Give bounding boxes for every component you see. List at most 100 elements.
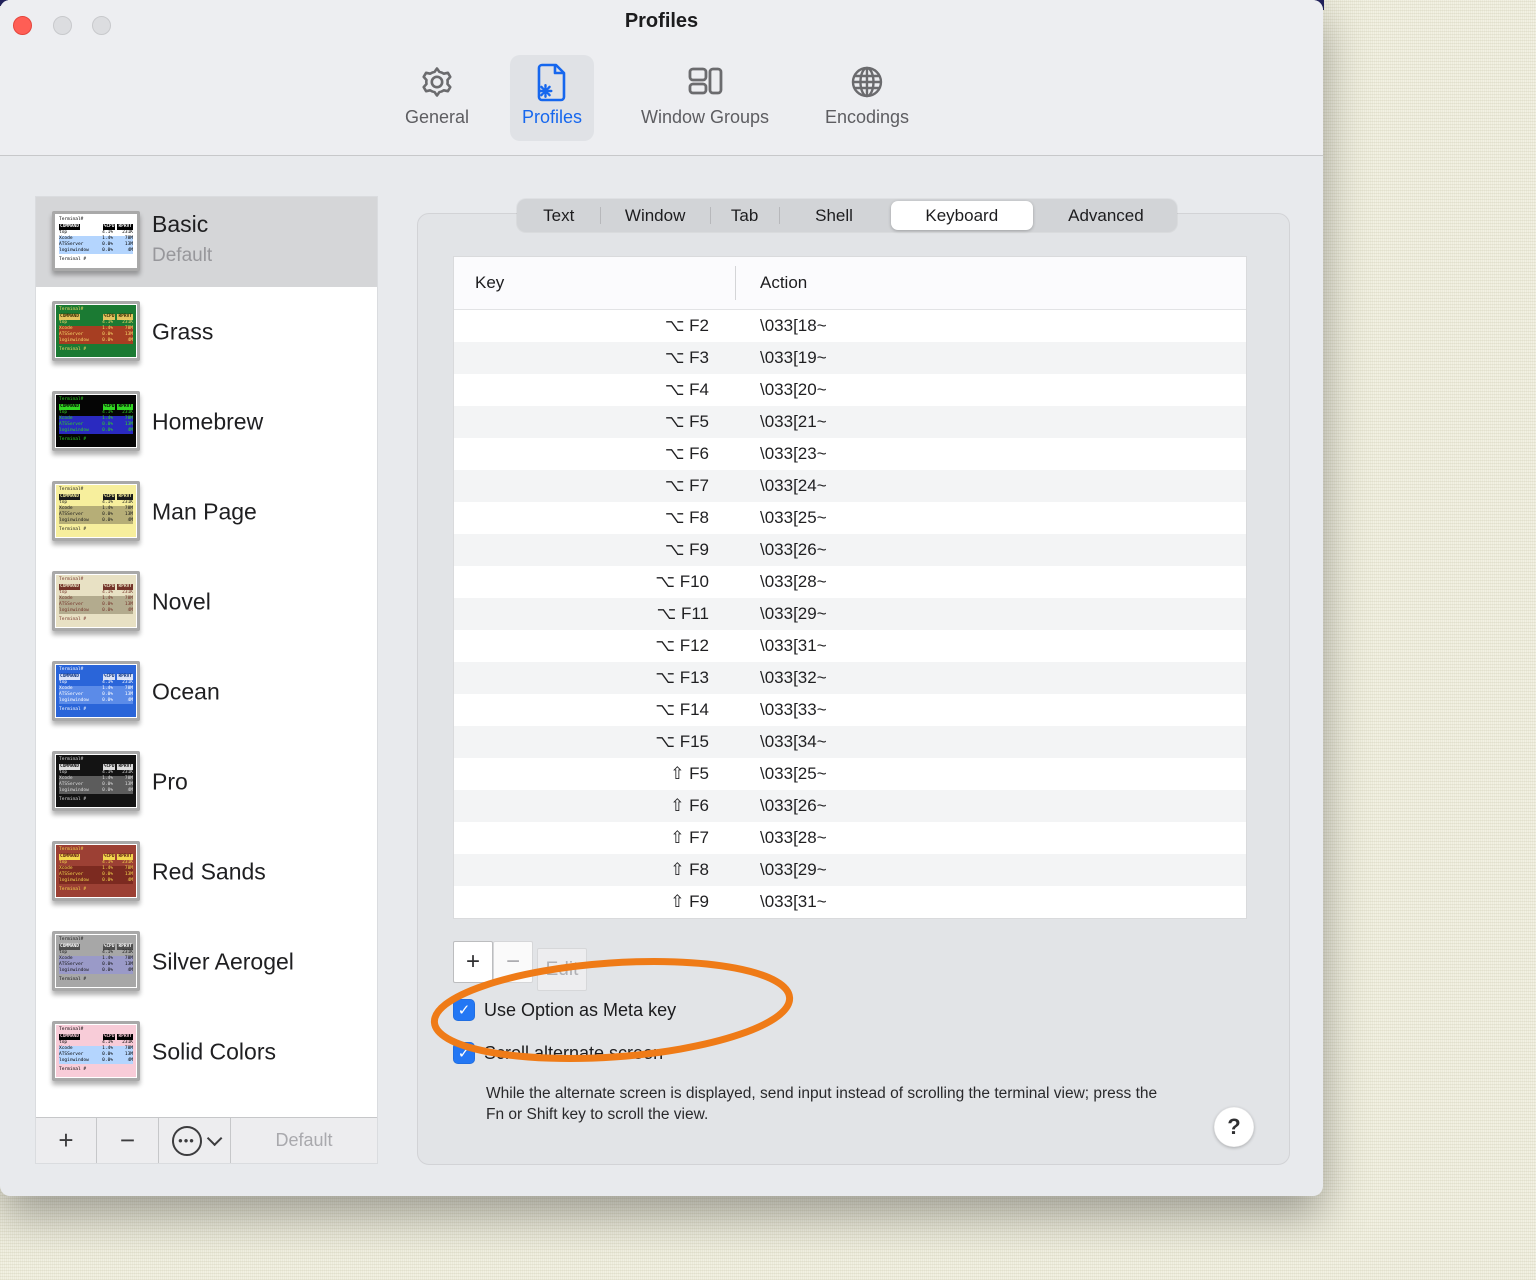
add-profile-button[interactable]: + xyxy=(36,1118,97,1163)
action-cell: \033[31~ xyxy=(760,636,827,655)
profile-name: Basic xyxy=(152,211,209,237)
profile-row-man-page[interactable]: Terminal# COMMAND %CPU RPRVT top 4.1% 231K Xcod… xyxy=(36,467,377,557)
profile-default-badge: Default xyxy=(152,245,213,266)
key-mapping-row[interactable]: ⇧ F9 \033[31~ xyxy=(454,886,1246,918)
settings-tab-bar: Text Window Tab Shell Keyboard Advanced xyxy=(517,199,1177,232)
preferences-window: Profiles General Profiles Window Groups … xyxy=(0,0,1323,1196)
set-default-button[interactable]: Default xyxy=(231,1118,377,1163)
tab-advanced[interactable]: Advanced xyxy=(1035,199,1177,232)
key-cell: ⌥ F9 xyxy=(664,540,709,559)
profile-row-pro[interactable]: Terminal# COMMAND %CPU RPRVT top 4.1% 231K Xcod… xyxy=(36,737,377,827)
key-mapping-row[interactable]: ⌥ F5 \033[21~ xyxy=(454,406,1246,438)
toolbar-label: Window Groups xyxy=(640,107,770,127)
profile-row-novel[interactable]: Terminal# COMMAND %CPU RPRVT top 4.1% 231K Xcod… xyxy=(36,557,377,647)
profile-row-homebrew[interactable]: Terminal# COMMAND %CPU RPRVT top 4.1% 231K Xcod… xyxy=(36,377,377,467)
globe-icon xyxy=(847,59,887,105)
tab-text[interactable]: Text xyxy=(517,199,600,232)
key-mapping-row[interactable]: ⇧ F8 \033[29~ xyxy=(454,854,1246,886)
action-cell: \033[20~ xyxy=(760,380,827,399)
toolbar-item-profiles[interactable]: Profiles xyxy=(509,55,595,141)
key-cell: ⌥ F13 xyxy=(655,668,709,687)
key-mapping-row[interactable]: ⌥ F9 \033[26~ xyxy=(454,534,1246,566)
action-cell: \033[26~ xyxy=(760,796,827,815)
toolbar-label: General xyxy=(404,107,470,127)
profile-list: Terminal# COMMAND %CPU RPRVT top 4.1% 231K Xcod… xyxy=(36,197,377,1163)
checkbox-label: Scroll alternate screen xyxy=(484,1042,664,1063)
profile-thumbnail: Terminal# COMMAND %CPU RPRVT top 4.1% 231K Xcod… xyxy=(52,211,140,271)
profile-thumbnail: Terminal# COMMAND %CPU RPRVT top 4.1% 231K Xcod… xyxy=(52,571,140,631)
profile-thumbnail: Terminal# COMMAND %CPU RPRVT top 4.1% 231K Xcod… xyxy=(52,481,140,541)
profile-name: Novel xyxy=(152,588,211,615)
use-option-as-meta-checkbox[interactable]: ✓ xyxy=(453,999,475,1021)
remove-key-mapping-button[interactable]: − xyxy=(493,941,533,983)
action-cell: \033[32~ xyxy=(760,668,827,687)
key-mappings-table: Key Action ⌥ F2 \033[18~ ⌥ F3 \033[19~ ⌥ F4 \… xyxy=(453,256,1247,919)
profile-name: Grass xyxy=(152,318,214,345)
edit-key-mapping-button[interactable]: Edit xyxy=(537,948,587,991)
tab-window[interactable]: Window xyxy=(600,199,709,232)
tab-tab[interactable]: Tab xyxy=(709,199,780,232)
window-groups-icon xyxy=(683,59,727,105)
key-mapping-row[interactable]: ⌥ F10 \033[28~ xyxy=(454,566,1246,598)
profile-actions-menu-button[interactable]: ••• xyxy=(159,1118,231,1163)
ellipsis-circle-icon: ••• xyxy=(171,1125,202,1156)
profile-name: Ocean xyxy=(152,678,220,705)
action-cell: \033[31~ xyxy=(760,892,827,911)
add-key-mapping-button[interactable]: + xyxy=(453,941,493,983)
scroll-alternate-screen-checkbox[interactable]: ✓ xyxy=(453,1042,475,1064)
profile-row-red-sands[interactable]: Terminal# COMMAND %CPU RPRVT top 4.1% 231K Xcod… xyxy=(36,827,377,917)
key-mapping-row[interactable]: ⇧ F5 \033[25~ xyxy=(454,758,1246,790)
profile-name: Man Page xyxy=(152,498,257,525)
key-mapping-row[interactable]: ⌥ F7 \033[24~ xyxy=(454,470,1246,502)
key-cell: ⌥ F15 xyxy=(655,732,709,751)
profile-row-solid-colors[interactable]: Terminal# COMMAND %CPU RPRVT top 4.1% 231K Xcod… xyxy=(36,1007,377,1097)
key-mapping-row[interactable]: ⇧ F7 \033[28~ xyxy=(454,822,1246,854)
profile-thumbnail: Terminal# COMMAND %CPU RPRVT top 4.1% 231K Xcod… xyxy=(52,931,140,991)
profile-list-footer: + − ••• Default xyxy=(36,1117,377,1163)
profile-thumbnail: Terminal# COMMAND %CPU RPRVT top 4.1% 231K Xcod… xyxy=(52,1021,140,1081)
key-cell: ⇧ F6 xyxy=(670,796,709,815)
profile-thumbnail: Terminal# COMMAND %CPU RPRVT top 4.1% 231K Xcod… xyxy=(52,301,140,361)
tab-shell[interactable]: Shell xyxy=(779,199,888,232)
tab-keyboard[interactable]: Keyboard xyxy=(890,201,1033,230)
profile-row-silver-aerogel[interactable]: Terminal# COMMAND %CPU RPRVT top 4.1% 231K Xcod… xyxy=(36,917,377,1007)
remove-profile-button[interactable]: − xyxy=(97,1118,159,1163)
action-cell: \033[28~ xyxy=(760,572,827,591)
key-mapping-row[interactable]: ⌥ F13 \033[32~ xyxy=(454,662,1246,694)
action-cell: \033[25~ xyxy=(760,764,827,783)
key-mapping-row[interactable]: ⌥ F6 \033[23~ xyxy=(454,438,1246,470)
action-cell: \033[19~ xyxy=(760,348,827,367)
profile-row-ocean[interactable]: Terminal# COMMAND %CPU RPRVT top 4.1% 231K Xcod… xyxy=(36,647,377,737)
key-mapping-row[interactable]: ⌥ F8 \033[25~ xyxy=(454,502,1246,534)
profile-name: Homebrew xyxy=(152,408,264,435)
action-cell: \033[18~ xyxy=(760,316,827,335)
help-button[interactable]: ? xyxy=(1214,1107,1254,1147)
column-header-action: Action xyxy=(760,273,808,292)
action-cell: \033[24~ xyxy=(760,476,827,495)
profile-thumbnail: Terminal# COMMAND %CPU RPRVT top 4.1% 231K Xcod… xyxy=(52,751,140,811)
action-cell: \033[33~ xyxy=(760,700,827,719)
key-mapping-row[interactable]: ⌥ F15 \033[34~ xyxy=(454,726,1246,758)
toolbar-item-general[interactable]: General xyxy=(393,55,481,141)
key-mapping-row[interactable]: ⌥ F4 \033[20~ xyxy=(454,374,1246,406)
key-cell: ⌥ F6 xyxy=(664,444,709,463)
checkbox-label: Use Option as Meta key xyxy=(484,999,677,1020)
key-cell: ⌥ F11 xyxy=(656,604,709,623)
key-mapping-row[interactable]: ⌥ F12 \033[31~ xyxy=(454,630,1246,662)
key-mapping-row[interactable]: ⌥ F2 \033[18~ xyxy=(454,310,1246,342)
key-mapping-row[interactable]: ⌥ F14 \033[33~ xyxy=(454,694,1246,726)
gear-icon xyxy=(417,59,457,105)
chevron-down-icon xyxy=(206,1130,222,1147)
profile-name: Solid Colors xyxy=(152,1038,276,1065)
key-mapping-row[interactable]: ⇧ F6 \033[26~ xyxy=(454,790,1246,822)
toolbar-item-encodings[interactable]: Encodings xyxy=(813,55,921,141)
key-mapping-row[interactable]: ⌥ F3 \033[19~ xyxy=(454,342,1246,374)
key-cell: ⌥ F7 xyxy=(664,476,709,495)
key-cell: ⌥ F3 xyxy=(664,348,709,367)
toolbar-item-window-groups[interactable]: Window Groups xyxy=(629,55,781,141)
profile-row-grass[interactable]: Terminal# COMMAND %CPU RPRVT top 4.1% 231K Xcod… xyxy=(36,287,377,377)
key-mapping-row[interactable]: ⌥ F11 \033[29~ xyxy=(454,598,1246,630)
action-cell: \033[25~ xyxy=(760,508,827,527)
window-title: Profiles xyxy=(624,10,699,32)
profile-row-basic[interactable]: Terminal# COMMAND %CPU RPRVT top 4.1% 231K Xcod… xyxy=(36,197,377,287)
